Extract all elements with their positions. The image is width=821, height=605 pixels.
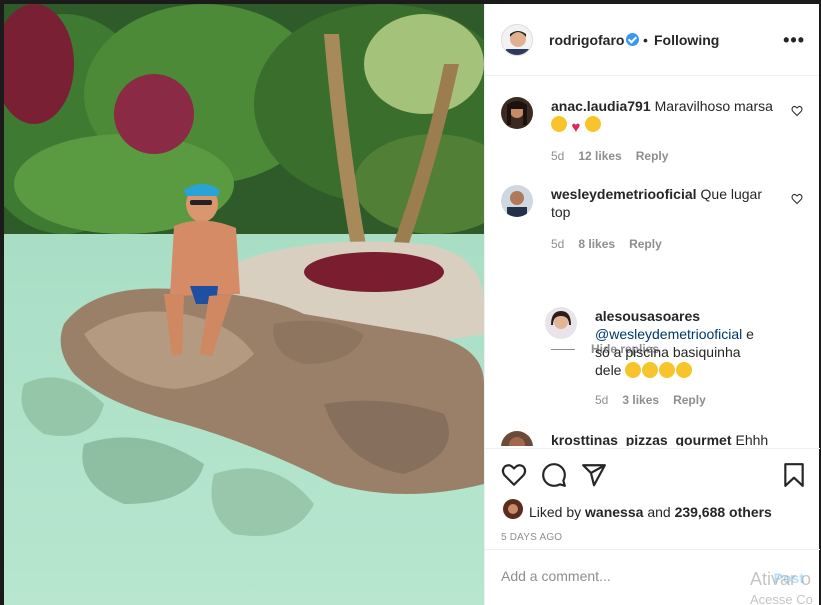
comment-icon[interactable] <box>541 462 567 488</box>
comment-likes[interactable]: 8 likes <box>578 237 615 251</box>
liked-by-avatar[interactable] <box>503 499 523 519</box>
comment-time[interactable]: 5d <box>551 237 564 251</box>
share-icon[interactable] <box>581 462 607 488</box>
activate-windows-watermark: Ativar o <box>750 569 812 589</box>
comment-likes[interactable]: 3 likes <box>622 393 659 407</box>
like-comment-heart-icon[interactable] <box>791 105 803 117</box>
add-comment-input[interactable] <box>501 568 751 584</box>
header-separator: • <box>643 32 648 48</box>
liked-by-others[interactable]: 239,688 others <box>675 504 772 520</box>
comment-likes[interactable]: 12 likes <box>578 149 621 163</box>
liked-by-text: Liked by wanessa and 239,688 others <box>529 504 772 520</box>
star-struck-emoji-icon <box>551 116 567 132</box>
laughing-emoji-icon <box>676 362 693 378</box>
reply-button[interactable]: Reply <box>673 393 706 407</box>
commenter-avatar[interactable] <box>501 431 533 446</box>
more-icon[interactable]: ••• <box>783 30 805 51</box>
heart-emoji-icon: ♥ <box>571 119 581 136</box>
comment-username[interactable]: krosttinas_pizzas_gourmet <box>551 432 732 446</box>
laughing-emoji-icon <box>659 362 676 378</box>
comment-username[interactable]: alesousasoares <box>595 308 700 324</box>
laughing-emoji-icon <box>642 362 659 378</box>
comment-username[interactable]: wesleydemetriooficial <box>551 186 697 202</box>
commenter-avatar[interactable] <box>501 185 533 217</box>
comments-list[interactable]: anac.laudia791 Maravilhoso marsa ♥ 5d 12 l… <box>485 77 820 446</box>
author-avatar[interactable] <box>501 24 533 56</box>
squint-emoji-icon <box>585 116 601 132</box>
comment-time[interactable]: 5d <box>595 393 608 407</box>
comment-mention[interactable]: @wesleydemetriooficial <box>595 326 742 342</box>
following-button[interactable]: Following <box>654 32 719 48</box>
laughing-emoji-icon <box>625 362 642 378</box>
heart-icon[interactable] <box>501 462 527 488</box>
activate-windows-watermark-line2: Acesse Co <box>750 592 813 605</box>
post-panel: rodrigofaro • Following ••• anac.laudia7… <box>484 4 820 605</box>
author-username[interactable]: rodrigofaro <box>549 32 624 48</box>
bookmark-icon[interactable] <box>781 462 807 488</box>
like-comment-heart-icon[interactable] <box>791 193 803 205</box>
comment-time[interactable]: 5d <box>551 149 564 163</box>
reply-button[interactable]: Reply <box>636 149 669 163</box>
commenter-avatar[interactable] <box>501 97 533 129</box>
post-header: rodrigofaro • Following ••• <box>485 4 819 76</box>
post-photo[interactable] <box>4 4 484 605</box>
comment-text: Maravilhoso marsa <box>654 98 773 114</box>
comment-text: Ehhh <box>735 432 769 446</box>
reply-button[interactable]: Reply <box>629 237 662 251</box>
verified-icon <box>626 33 639 46</box>
commenter-avatar[interactable] <box>545 307 577 339</box>
comment-username[interactable]: anac.laudia791 <box>551 98 651 114</box>
liked-by-user[interactable]: wanessa <box>585 504 643 520</box>
post-date[interactable]: 5 DAYS AGO <box>501 532 562 543</box>
post-actions: Liked by wanessa and 239,688 others 5 DA… <box>485 448 820 548</box>
